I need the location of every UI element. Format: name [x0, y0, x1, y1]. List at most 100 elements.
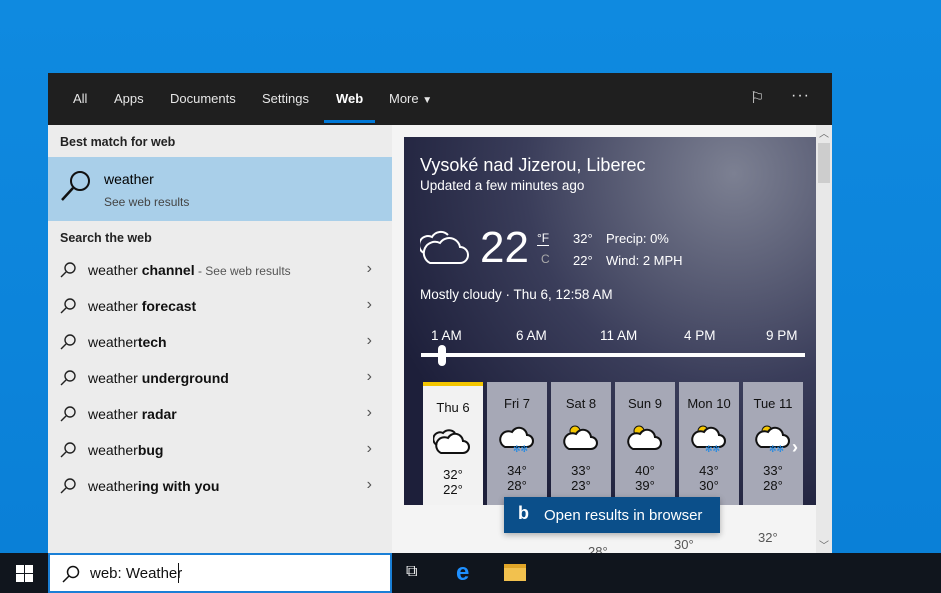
day-low: 23°	[571, 478, 591, 493]
search-icon	[60, 442, 76, 458]
open-results-in-browser-button[interactable]: b Open results in browser	[504, 497, 720, 533]
tab-web[interactable]: Web	[336, 91, 363, 106]
windows-start-icon[interactable]	[16, 565, 33, 582]
tab-settings[interactable]: Settings	[262, 91, 309, 106]
day-low: 28°	[763, 478, 783, 493]
suggestion-text: weather forecast	[88, 298, 197, 314]
caret-down-icon: ▼	[422, 95, 433, 106]
day-name: Sat 8	[565, 396, 597, 411]
suggestion-text: weather underground	[88, 370, 229, 386]
next-days-chevron-icon[interactable]: ›	[792, 437, 798, 458]
sun-snow-icon: ✻✻	[755, 425, 790, 454]
search-icon	[60, 406, 76, 422]
suggestion-item[interactable]: weathering with you ›	[48, 468, 392, 504]
chevron-right-icon[interactable]: ›	[367, 404, 372, 422]
updated-text: Updated a few minutes ago	[420, 178, 585, 193]
day-high: 32°	[443, 467, 463, 482]
suggestion-item[interactable]: weather channel - See web results ›	[48, 252, 392, 288]
suggestion-item[interactable]: weather underground ›	[48, 360, 392, 396]
search-icon	[60, 334, 76, 350]
forecast-day[interactable]: Mon 10 ✻✻ 43° 30°	[679, 382, 739, 505]
suggestion-text: weatherbug	[88, 442, 164, 458]
tab-apps[interactable]: Apps	[114, 91, 144, 106]
file-explorer-icon[interactable]	[504, 564, 526, 581]
results-pane: Best match for web weather See web resul…	[48, 125, 392, 553]
suggestion-text: weathering with you	[88, 478, 220, 494]
day-low: 39°	[635, 478, 655, 493]
best-match-item[interactable]: weather See web results	[48, 157, 392, 221]
suggestion-text: weather channel - See web results	[88, 262, 291, 278]
hour-slider-track[interactable]	[421, 353, 805, 357]
chevron-right-icon[interactable]: ›	[367, 260, 372, 278]
hour-label[interactable]: 9 PM	[766, 328, 798, 343]
forecast-day[interactable]: Sat 8 33° 23°	[551, 382, 611, 505]
more-options-icon[interactable]: ···	[791, 87, 810, 105]
suggestion-item[interactable]: weatherbug ›	[48, 432, 392, 468]
wind: Wind: 2 MPH	[606, 253, 683, 268]
text-cursor	[178, 563, 179, 583]
tab-all[interactable]: All	[73, 91, 87, 106]
day-low: 28°	[507, 478, 527, 493]
svg-text:✻✻: ✻✻	[705, 444, 720, 454]
edge-icon[interactable]: e	[456, 559, 469, 587]
chevron-right-icon[interactable]: ›	[367, 368, 372, 386]
chevron-right-icon[interactable]: ›	[367, 332, 372, 350]
day-name: Tue 11	[753, 396, 793, 411]
tab-more[interactable]: More ▼	[389, 91, 432, 106]
hourly-temp: 30°	[674, 537, 694, 552]
search-web-header: Search the web	[60, 231, 152, 245]
hour-label[interactable]: 1 AM	[431, 328, 462, 343]
search-icon	[60, 262, 76, 278]
active-tab-indicator	[324, 120, 375, 123]
hour-label[interactable]: 6 AM	[516, 328, 547, 343]
day-high: 40°	[635, 463, 655, 478]
task-view-icon[interactable]: ⧉	[406, 563, 417, 581]
search-icon	[60, 370, 76, 386]
taskbar-search-input[interactable]: web: Weather	[48, 553, 392, 593]
svg-text:✻✻: ✻✻	[769, 444, 784, 454]
scroll-up-icon[interactable]: ︿	[819, 125, 829, 140]
hour-label[interactable]: 11 AM	[600, 328, 637, 343]
forecast-day[interactable]: Fri 7 ✻✻ 34° 28°	[487, 382, 547, 505]
low-temp: 22°	[573, 253, 593, 268]
day-high: 34°	[507, 463, 527, 478]
forecast-day[interactable]: Sun 9 40° 39°	[615, 382, 675, 505]
hour-label[interactable]: 4 PM	[684, 328, 716, 343]
cloudy-icon	[420, 230, 469, 264]
scrollbar-thumb[interactable]	[818, 143, 830, 183]
search-icon	[62, 565, 80, 583]
unit-fahrenheit[interactable]: °F	[537, 231, 550, 246]
best-match-subtitle: See web results	[104, 195, 190, 209]
forecast-day[interactable]: Thu 6 32° 22°	[423, 382, 483, 505]
day-high: 33°	[763, 463, 783, 478]
chevron-right-icon[interactable]: ›	[367, 440, 372, 458]
feedback-icon[interactable]: ⚐	[750, 88, 764, 108]
current-temp: 22	[480, 223, 529, 272]
cloudy-icon	[432, 429, 470, 454]
chevron-right-icon[interactable]: ›	[367, 296, 372, 314]
day-name: Fri 7	[504, 396, 530, 411]
chevron-right-icon[interactable]: ›	[367, 476, 372, 494]
scrollbar[interactable]: ︿ ﹀	[816, 125, 832, 553]
location: Vysoké nad Jizerou, Liberec	[420, 155, 646, 175]
svg-text:✻✻: ✻✻	[513, 444, 528, 454]
unit-celsius[interactable]: C	[541, 252, 550, 266]
partly-sunny-icon	[563, 425, 598, 450]
best-match-title: weather	[104, 171, 154, 187]
suggestion-item[interactable]: weather forecast ›	[48, 288, 392, 324]
day-low: 22°	[443, 482, 463, 497]
high-temp: 32°	[573, 231, 593, 246]
weather-card: Vysoké nad Jizerou, Liberec Updated a fe…	[404, 137, 816, 505]
scroll-down-icon[interactable]: ﹀	[819, 537, 829, 552]
tab-documents[interactable]: Documents	[170, 91, 236, 106]
day-low: 30°	[699, 478, 719, 493]
tab-more-label: More	[389, 91, 419, 106]
taskbar: web: Weather ⧉ e	[0, 553, 941, 593]
condition: Mostly cloudy · Thu 6, 12:58 AM	[420, 287, 613, 302]
best-match-header: Best match for web	[60, 135, 176, 149]
suggestion-item[interactable]: weather radar ›	[48, 396, 392, 432]
hour-slider-thumb[interactable]	[438, 345, 446, 366]
preview-pane: Vysoké nad Jizerou, Liberec Updated a fe…	[392, 125, 816, 559]
suggestion-item[interactable]: weathertech ›	[48, 324, 392, 360]
sun-snow-icon: ✻✻	[691, 425, 726, 454]
